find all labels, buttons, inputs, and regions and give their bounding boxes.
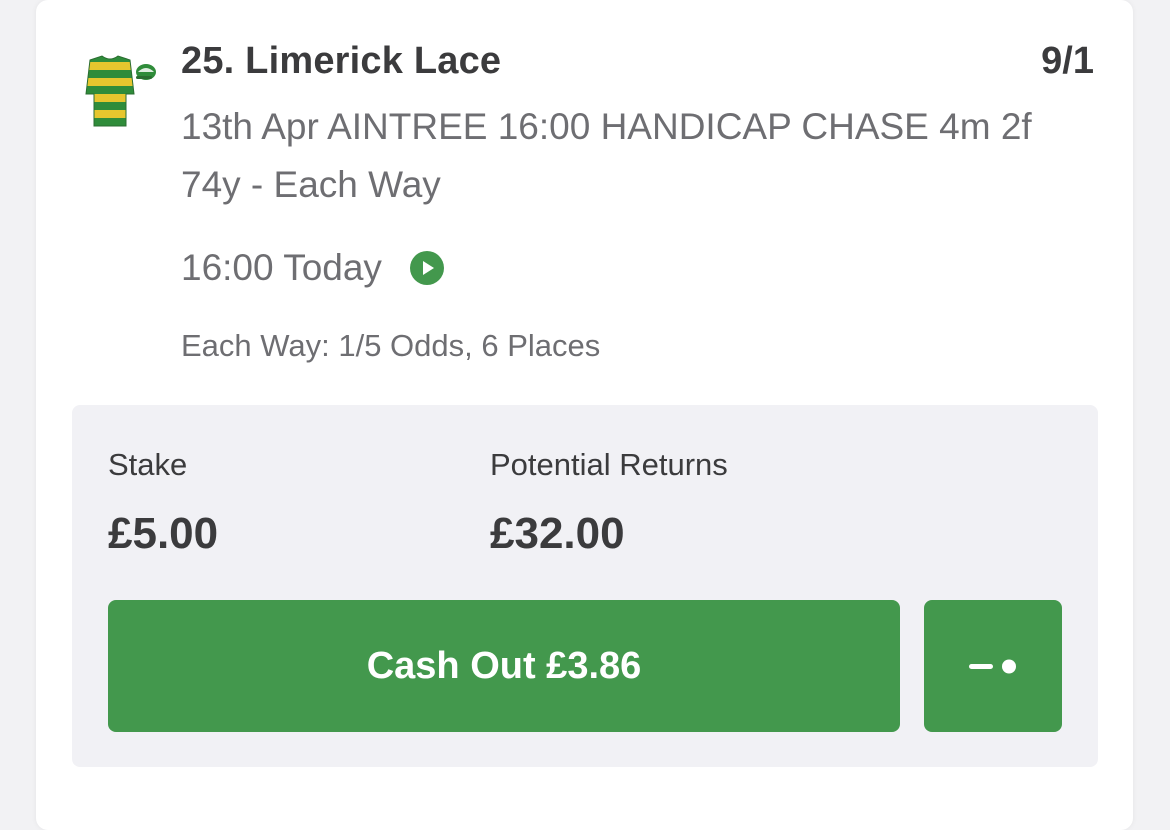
potential-returns-value: £32.00 [490,509,625,558]
cash-out-label: Cash Out £3.86 [366,644,642,687]
bet-card: 25. Limerick Lace 9/1 13th Apr AINTREE 1… [36,0,1133,830]
potential-returns-label: Potential Returns [490,447,728,482]
race-description: 13th Apr AINTREE 16:00 HANDICAP CHASE 4m… [181,106,1032,205]
cash-out-button[interactable]: Cash Out £3.86 [108,600,900,732]
race-time-row: 16:00 Today [181,243,444,293]
jockey-silks-icon [85,55,156,127]
race-time: 16:00 Today [181,247,382,288]
selection-odds: 9/1 [1041,40,1094,82]
partial-cash-out-button[interactable] [924,600,1062,732]
slider-icon [969,659,1016,674]
bet-details-panel: Stake Potential Returns £5.00 £32.00 Cas… [72,405,1098,767]
stake-label: Stake [108,447,188,482]
play-icon[interactable] [409,251,444,285]
each-way-terms: Each Way: 1/5 Odds, 6 Places [181,328,601,363]
stake-value: £5.00 [108,509,219,558]
selection-title: 25. Limerick Lace [181,40,502,82]
